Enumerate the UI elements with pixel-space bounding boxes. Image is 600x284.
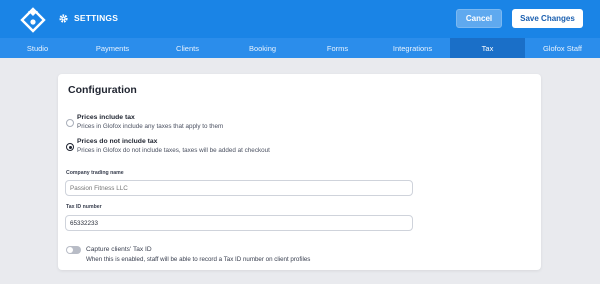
capture-tax-id-label: Capture clients' Tax ID <box>86 246 152 253</box>
option-desc-exclude-tax: Prices in Glofox do not include taxes, t… <box>77 147 270 154</box>
glofox-logo-icon[interactable] <box>20 7 46 33</box>
save-changes-button[interactable]: Save Changes <box>512 9 583 28</box>
tab-payments[interactable]: Payments <box>75 38 150 58</box>
configuration-card: Configuration Prices include tax Prices … <box>58 74 541 270</box>
tax-id-label: Tax ID number <box>66 204 102 210</box>
gear-icon <box>59 14 68 23</box>
tab-clients[interactable]: Clients <box>150 38 225 58</box>
option-desc-include-tax: Prices in Glofox include any taxes that … <box>77 123 224 130</box>
capture-tax-id-toggle[interactable] <box>66 246 81 254</box>
settings-tabs: Studio Payments Clients Booking Forms In… <box>0 38 600 58</box>
tab-booking[interactable]: Booking <box>225 38 300 58</box>
tax-id-input[interactable] <box>65 215 413 231</box>
tab-tax[interactable]: Tax <box>450 38 525 58</box>
toggle-knob <box>67 247 73 253</box>
tab-glofox-staff[interactable]: Glofox Staff <box>525 38 600 58</box>
company-name-input[interactable] <box>65 180 413 196</box>
capture-tax-id-description: When this is enabled, staff will be able… <box>86 256 311 263</box>
tab-studio[interactable]: Studio <box>0 38 75 58</box>
radio-prices-include-tax[interactable] <box>66 119 74 127</box>
option-title-include-tax[interactable]: Prices include tax <box>77 114 135 121</box>
option-title-exclude-tax[interactable]: Prices do not include tax <box>77 138 157 145</box>
configuration-title: Configuration <box>68 84 137 96</box>
radio-prices-exclude-tax[interactable] <box>66 143 74 151</box>
page-title: SETTINGS <box>74 13 119 23</box>
top-bar: SETTINGS Cancel Save Changes <box>0 0 600 38</box>
cancel-button[interactable]: Cancel <box>456 9 502 28</box>
tab-forms[interactable]: Forms <box>300 38 375 58</box>
company-name-label: Company trading name <box>66 170 124 176</box>
tab-integrations[interactable]: Integrations <box>375 38 450 58</box>
